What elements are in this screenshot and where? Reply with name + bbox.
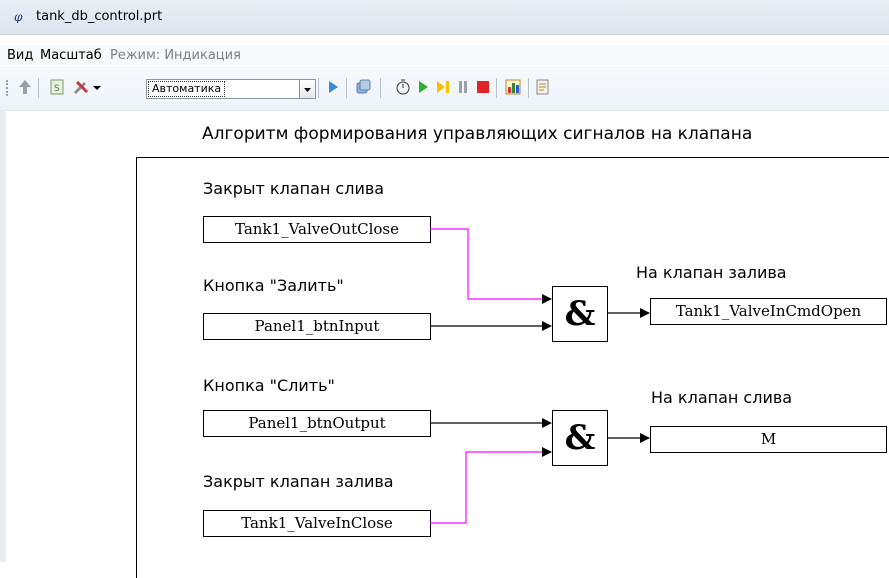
input-btn-output[interactable]: Panel1_btnOutput: [203, 410, 431, 437]
toolbar-grip[interactable]: [6, 80, 11, 96]
toolbar: S: [0, 66, 889, 111]
stopwatch-icon[interactable]: [394, 78, 412, 96]
label-drain-closed: Закрыт клапан слива: [203, 179, 385, 198]
output-m[interactable]: M: [650, 426, 887, 453]
and-gate-drain[interactable]: &: [552, 410, 608, 466]
input-btn-input[interactable]: Panel1_btnInput: [203, 313, 431, 340]
label-fill-closed: Закрыт клапан залива: [203, 472, 394, 491]
svg-text:φ: φ: [14, 10, 23, 23]
mode-combobox-value: Автоматика: [148, 81, 226, 97]
toolbar-separator: [380, 78, 381, 98]
label-btn-fill: Кнопка "Залить": [203, 276, 344, 295]
up-arrow-icon[interactable]: [16, 78, 34, 96]
label-btn-drain: Кнопка "Слить": [203, 376, 335, 395]
tools-icon[interactable]: [72, 78, 90, 96]
menu-mode: Режим: Индикация: [110, 48, 241, 63]
menu-bar: Вид Масштаб Режим: Индикация: [0, 45, 889, 65]
step-icon[interactable]: [434, 78, 452, 96]
output-valve-in-cmd-open[interactable]: Tank1_ValveInCmdOpen: [650, 298, 887, 325]
input-valve-in-close[interactable]: Tank1_ValveInClose: [203, 510, 431, 537]
and-gate-fill[interactable]: &: [552, 286, 608, 342]
left-panel-edge: [0, 110, 6, 562]
pause-icon[interactable]: [454, 78, 472, 96]
dropdown-arrow-icon[interactable]: [92, 78, 102, 96]
run-icon[interactable]: [414, 78, 432, 96]
input-valve-out-close[interactable]: Tank1_ValveOutClose: [203, 216, 431, 243]
stop-icon[interactable]: [474, 78, 492, 96]
toolbar-separator: [528, 78, 529, 98]
label-to-drain-valve: На клапан слива: [651, 388, 793, 407]
combo-dropdown-icon: [304, 88, 311, 92]
ip-logo-icon: φ: [14, 10, 23, 23]
menu-scale[interactable]: Масштаб: [40, 48, 102, 63]
copy-icon[interactable]: [354, 78, 372, 96]
label-to-fill-valve: На клапан залива: [636, 263, 787, 282]
title-bar: φ tank_db_control.prt: [0, 0, 889, 35]
script-icon[interactable]: S: [48, 78, 66, 96]
chart-icon[interactable]: [504, 78, 522, 96]
settings-icon[interactable]: [534, 78, 552, 96]
combo-dropdown-button[interactable]: [299, 80, 315, 98]
toolbar-separator: [318, 78, 319, 98]
menu-view[interactable]: Вид: [7, 48, 33, 63]
toolbar-separator: [38, 78, 39, 98]
play-small-icon[interactable]: [324, 78, 342, 96]
toolbar-separator: [346, 78, 347, 98]
svg-text:S: S: [54, 84, 60, 94]
window-title: tank_db_control.prt: [36, 9, 163, 24]
diagram-heading: Алгоритм формирования управляющих сигнал…: [202, 124, 753, 144]
toolbar-separator: [496, 78, 497, 98]
mode-combobox[interactable]: Автоматика: [146, 79, 316, 99]
